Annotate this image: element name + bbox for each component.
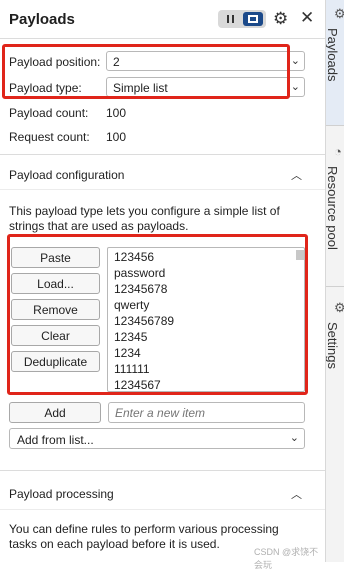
panel-view-icon [248,15,258,23]
config-title-divider [0,189,325,190]
processing-title-divider [0,509,325,510]
header-divider [0,38,325,39]
config-description: This payload type lets you configure a s… [9,204,280,233]
payload-count-label: Payload count: [9,106,89,120]
tab-divider [326,286,344,287]
config-title: Payload configuration [9,168,125,182]
chevron-up-icon[interactable]: ︿ [291,486,302,502]
processing-title: Payload processing [9,487,114,501]
gear-icon: ⚙ [334,6,344,21]
sets-divider [0,154,325,155]
tab-divider [326,125,344,126]
clock-icon: ◔ [334,144,342,159]
tab-settings-label: Settings [326,322,340,369]
watermark: CSDN @求饶不会玩 [254,547,319,570]
request-count-label: Request count: [9,130,90,144]
payload-count-value: 100 [106,106,127,120]
config-divider [0,470,325,471]
add-from-list-select[interactable]: Add from list... ⌄ [9,428,305,449]
close-icon[interactable]: ✕ [300,8,314,28]
view-toggle-left[interactable] [221,12,241,26]
new-item-input[interactable] [108,402,305,423]
payloads-panel: Payloads ⚙ ✕ Payload position: 2 ⌄ Paylo… [0,0,325,570]
gear-icon: ⚙ [334,300,344,315]
highlight-box-sets [2,44,290,99]
tab-resource-pool[interactable]: ◔ Resource pool [326,138,344,278]
chevron-down-icon: ⌄ [289,432,299,444]
panel-title: Payloads [9,11,75,28]
tab-settings[interactable]: ⚙ Settings [326,294,344,394]
request-count-value: 100 [106,130,127,144]
list-view-icon [227,15,234,23]
view-toggle[interactable] [218,10,266,28]
highlight-box-list [7,234,308,395]
tab-payloads[interactable]: ⚙ Payloads [326,0,344,125]
chevron-down-icon: ⌄ [290,81,300,93]
add-button[interactable]: Add [9,402,101,423]
side-tab-rail: ⚙ Payloads ◔ Resource pool ⚙ Settings [325,0,344,562]
chevron-down-icon: ⌄ [290,55,300,67]
tab-resource-pool-label: Resource pool [326,166,340,250]
view-toggle-right[interactable] [243,12,263,26]
gear-icon[interactable]: ⚙ [273,9,288,29]
add-from-list-value: Add from list... [17,433,94,447]
tab-payloads-label: Payloads [326,28,340,82]
chevron-up-icon[interactable]: ︿ [291,167,302,183]
